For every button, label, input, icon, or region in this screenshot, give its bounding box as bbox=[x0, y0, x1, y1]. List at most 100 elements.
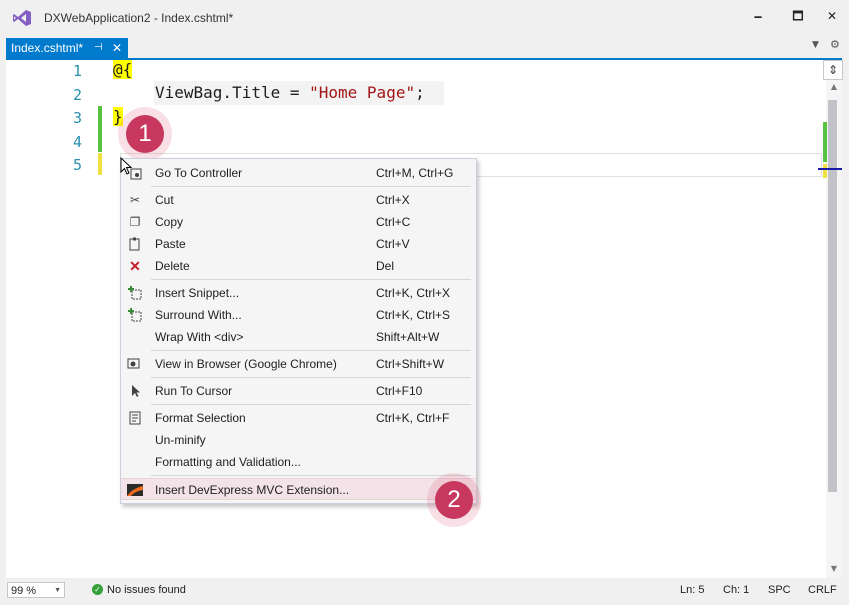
menu-separator bbox=[151, 475, 471, 476]
menu-item-shortcut: Ctrl+C bbox=[376, 215, 411, 229]
menu-item-insert-devexpress-mvc-extension[interactable]: Insert DevExpress MVC Extension... bbox=[121, 478, 476, 500]
scrollbar-change-marker bbox=[823, 122, 827, 162]
menu-item-shortcut: Ctrl+M, Ctrl+G bbox=[376, 166, 454, 180]
menu-item-label: View in Browser (Google Chrome) bbox=[155, 357, 337, 371]
menu-item-insert-snippet[interactable]: Insert Snippet... Ctrl+K, Ctrl+X bbox=[121, 282, 476, 304]
step-1-halo: 1 bbox=[118, 107, 172, 161]
menu-item-un-minify[interactable]: Un-minify bbox=[121, 429, 476, 451]
menu-item-run-to-cursor[interactable]: Run To Cursor Ctrl+F10 bbox=[121, 380, 476, 402]
code-text: ViewBag.Title = bbox=[155, 83, 310, 102]
check-circle-icon: ✓ bbox=[92, 584, 103, 595]
scrollbar-caret-marker bbox=[818, 168, 842, 170]
menu-item-label: Copy bbox=[155, 215, 184, 229]
menu-item-cut[interactable]: ✂ Cut Ctrl+X bbox=[121, 189, 476, 211]
paste-icon bbox=[127, 236, 143, 252]
step-2-halo: 2 bbox=[427, 473, 481, 527]
menu-item-go-to-controller[interactable]: Go To Controller Ctrl+M, Ctrl+G bbox=[121, 162, 476, 184]
menu-separator bbox=[151, 186, 471, 187]
issues-status[interactable]: No issues found bbox=[107, 584, 186, 596]
menu-item-label: Surround With... bbox=[155, 308, 242, 322]
char-indicator: Ch: 1 bbox=[723, 584, 750, 596]
copy-icon: ❐ bbox=[129, 215, 141, 229]
menu-item-shortcut: Ctrl+V bbox=[376, 237, 410, 251]
settings-gear-icon[interactable]: ⚙ bbox=[830, 38, 840, 51]
run-to-cursor-icon bbox=[127, 383, 143, 399]
code-line-2: ViewBag.Title = "Home Page"; bbox=[155, 83, 425, 102]
format-icon bbox=[127, 410, 143, 426]
browser-icon bbox=[127, 356, 143, 372]
devexpress-icon bbox=[127, 482, 143, 498]
delete-icon: ✕ bbox=[129, 258, 141, 274]
menu-item-label: Run To Cursor bbox=[155, 384, 233, 398]
menu-separator bbox=[151, 350, 471, 351]
line-number: 3 bbox=[72, 109, 82, 127]
close-window-button[interactable]: ✕ bbox=[820, 6, 844, 26]
menu-separator bbox=[151, 279, 471, 280]
menu-item-delete[interactable]: ✕ Delete Del bbox=[121, 255, 476, 277]
line-number: 4 bbox=[72, 133, 82, 151]
line-indicator: Ln: 5 bbox=[680, 584, 705, 596]
menu-item-wrap-with-div[interactable]: Wrap With <div> Shift+Alt+W bbox=[121, 326, 476, 348]
menu-separator bbox=[151, 377, 471, 378]
menu-item-shortcut: Ctrl+X bbox=[376, 193, 410, 207]
line-number: 1 bbox=[72, 62, 82, 80]
change-marker-unsaved bbox=[98, 153, 102, 175]
minimize-button[interactable]: 🗕 bbox=[746, 6, 770, 26]
document-tab-bar: Index.cshtml* ⊣ ✕ bbox=[0, 38, 849, 58]
menu-item-label: Go To Controller bbox=[155, 166, 243, 180]
line-number: 2 bbox=[72, 86, 82, 104]
menu-item-shortcut: Ctrl+K, Ctrl+X bbox=[376, 286, 451, 300]
menu-item-shortcut: Ctrl+K, Ctrl+S bbox=[376, 308, 451, 322]
menu-item-shortcut: Shift+Alt+W bbox=[376, 330, 440, 344]
menu-item-formatting-validation[interactable]: Formatting and Validation... bbox=[121, 451, 476, 473]
step-2-badge: 2 bbox=[435, 481, 473, 519]
menu-item-label: Delete bbox=[155, 259, 190, 273]
whitespace-mode: SPC bbox=[768, 584, 791, 596]
menu-separator bbox=[151, 404, 471, 405]
step-1-badge: 1 bbox=[126, 115, 164, 153]
close-tab-icon[interactable]: ✕ bbox=[112, 38, 122, 58]
title-bar: DXWebApplication2 - Index.cshtml* 🗕 🗖 ✕ bbox=[0, 0, 849, 36]
menu-item-shortcut: Del bbox=[376, 259, 395, 273]
menu-item-label: Paste bbox=[155, 237, 186, 251]
menu-item-copy[interactable]: ❐ Copy Ctrl+C bbox=[121, 211, 476, 233]
mouse-cursor-icon bbox=[120, 157, 133, 175]
menu-item-surround-with[interactable]: Surround With... Ctrl+K, Ctrl+S bbox=[121, 304, 476, 326]
menu-item-format-selection[interactable]: Format Selection Ctrl+K, Ctrl+F bbox=[121, 407, 476, 429]
menu-item-label: Insert Snippet... bbox=[155, 286, 240, 300]
menu-item-label: Cut bbox=[155, 193, 174, 207]
status-bar: 99 % ▼ ✓ No issues found Ln: 5 Ch: 1 SPC… bbox=[0, 580, 849, 605]
scroll-up-icon[interactable]: ▲ bbox=[826, 82, 842, 91]
cut-icon: ✂ bbox=[129, 193, 141, 207]
tab-dropdown-icon[interactable]: ▼ bbox=[812, 40, 819, 50]
line-ending: CRLF bbox=[808, 584, 837, 596]
menu-item-label: Format Selection bbox=[155, 411, 246, 425]
surround-icon bbox=[127, 307, 143, 323]
menu-item-label: Insert DevExpress MVC Extension... bbox=[155, 483, 350, 497]
scroll-down-icon[interactable]: ▼ bbox=[826, 564, 842, 573]
menu-item-label: Wrap With <div> bbox=[155, 330, 244, 344]
maximize-button[interactable]: 🗖 bbox=[786, 6, 810, 26]
tab-index-cshtml[interactable]: Index.cshtml* ⊣ ✕ bbox=[6, 38, 128, 58]
menu-item-label: Un-minify bbox=[155, 433, 206, 447]
snippet-icon bbox=[127, 285, 143, 301]
scrollbar-thumb[interactable] bbox=[828, 100, 837, 492]
zoom-select[interactable]: 99 % ▼ bbox=[7, 582, 65, 598]
tab-label: Index.cshtml* bbox=[11, 41, 84, 55]
change-marker-saved bbox=[98, 106, 102, 152]
menu-item-view-in-browser[interactable]: View in Browser (Google Chrome) Ctrl+Shi… bbox=[121, 353, 476, 375]
chevron-down-icon: ▼ bbox=[54, 587, 61, 594]
razor-open-block: @{ bbox=[113, 60, 133, 79]
split-editor-icon[interactable]: ⇕ bbox=[823, 60, 843, 80]
menu-item-paste[interactable]: Paste Ctrl+V bbox=[121, 233, 476, 255]
pin-tab-icon[interactable]: ⊣ bbox=[94, 38, 103, 58]
visual-studio-logo-icon bbox=[13, 10, 31, 26]
window-title: DXWebApplication2 - Index.cshtml* bbox=[44, 11, 234, 25]
zoom-value: 99 % bbox=[11, 585, 37, 597]
line-number: 5 bbox=[72, 156, 82, 174]
code-text: ; bbox=[415, 83, 425, 102]
context-menu: Go To Controller Ctrl+M, Ctrl+G ✂ Cut Ct… bbox=[120, 158, 477, 504]
code-string: "Home Page" bbox=[309, 83, 416, 102]
menu-item-shortcut: Ctrl+K, Ctrl+F bbox=[376, 411, 450, 425]
menu-item-shortcut: Ctrl+F10 bbox=[376, 384, 423, 398]
